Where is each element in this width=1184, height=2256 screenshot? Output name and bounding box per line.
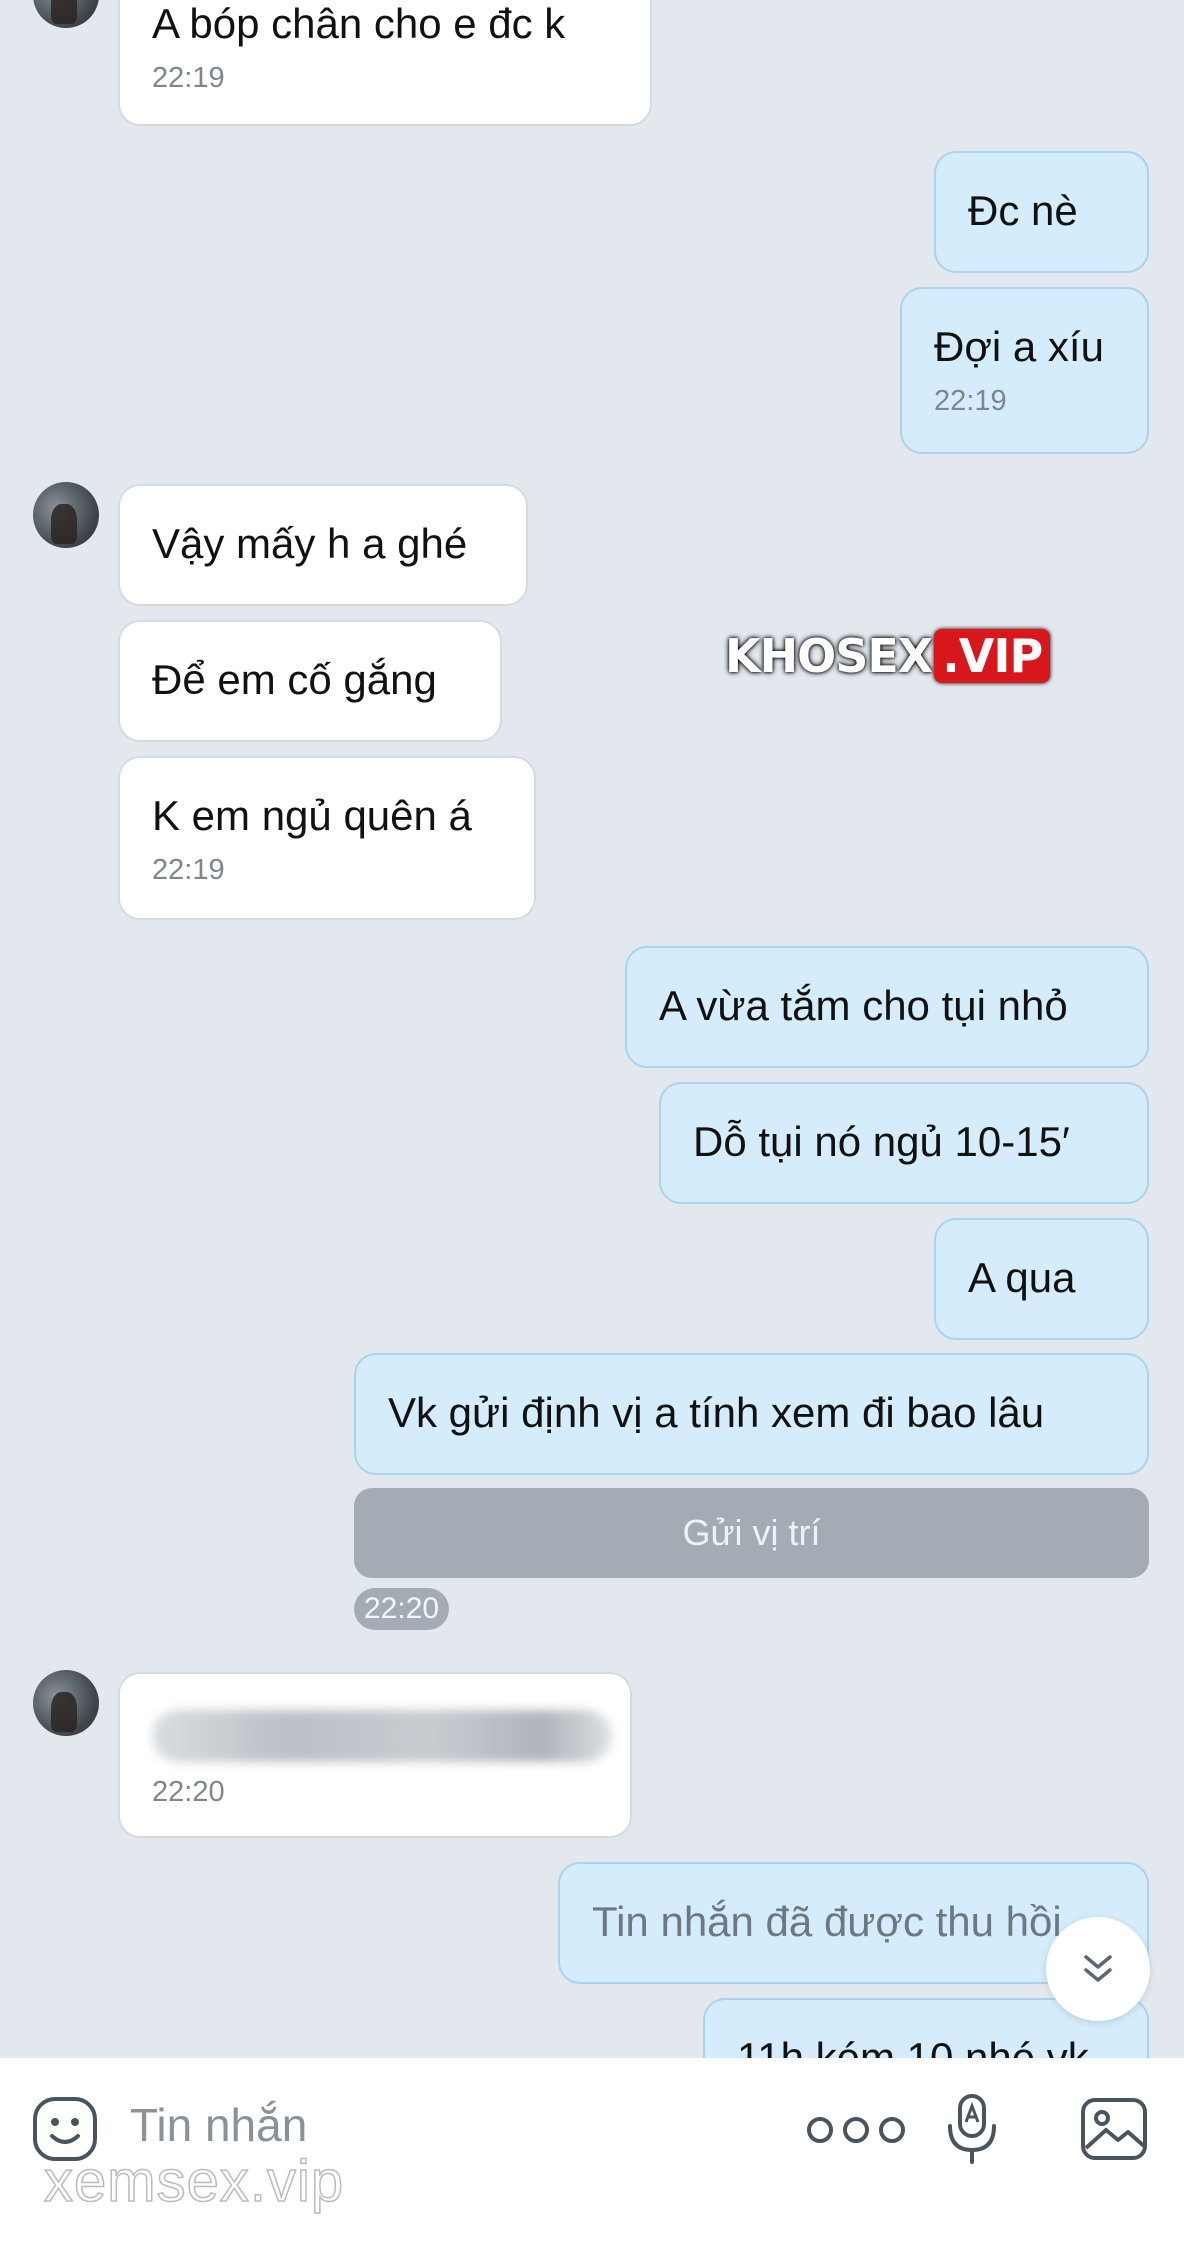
- message-group-time-text: 22:20: [364, 1592, 440, 1625]
- message-text: Vậy mấy h a ghé: [152, 520, 468, 567]
- image-button[interactable]: [1078, 2094, 1150, 2164]
- watermark-badge: .VIP: [934, 629, 1051, 683]
- message-time: 22:19: [934, 385, 1007, 417]
- avatar[interactable]: [33, 1670, 99, 1736]
- message-outgoing[interactable]: Dỗ tụi nó ngủ 10-15′: [659, 1082, 1149, 1204]
- scroll-to-bottom-button[interactable]: [1046, 1917, 1150, 2021]
- watermark-logo: KHOSEX .VIP: [725, 625, 1051, 687]
- message-text: Để em cố gắng: [152, 656, 437, 703]
- message-incoming[interactable]: 22:20: [118, 1672, 632, 1838]
- chat-area[interactable]: A bóp chân cho e đc k 22:19 Đc nè Đợi a …: [0, 0, 1184, 2058]
- message-time: 22:20: [152, 1776, 225, 1808]
- message-text: Vk gửi định vị a tính xem đi bao lâu: [388, 1389, 1045, 1436]
- chevron-double-down-icon: [1084, 1955, 1112, 1982]
- message-incoming[interactable]: A bóp chân cho e đc k 22:19: [118, 0, 652, 126]
- blurred-message-text: [152, 1710, 612, 1762]
- message-text: Đc nè: [968, 187, 1078, 234]
- avatar[interactable]: [33, 0, 99, 28]
- more-icon: [807, 2117, 905, 2143]
- message-input-bar: Tin nhắn xemsex.vip: [0, 2058, 1184, 2256]
- watermark-text: xemsex.vip: [43, 2148, 345, 2215]
- message-outgoing[interactable]: A vừa tắm cho tụi nhỏ: [625, 946, 1149, 1068]
- message-outgoing[interactable]: Đc nè: [934, 151, 1149, 273]
- watermark-text: KHOSEX: [725, 629, 933, 683]
- image-icon: [1081, 2098, 1147, 2160]
- message-text: A bóp chân cho e đc k: [152, 0, 566, 47]
- message-input-placeholder: Tin nhắn: [130, 2099, 308, 2151]
- message-text: K em ngủ quên á: [152, 792, 472, 839]
- message-text: Tin nhắn đã được thu hồi: [592, 1898, 1062, 1945]
- message-incoming[interactable]: K em ngủ quên á 22:19: [118, 756, 536, 920]
- avatar[interactable]: [33, 482, 99, 548]
- mic-icon: [948, 2094, 996, 2164]
- message-time: 22:19: [152, 62, 225, 94]
- message-outgoing[interactable]: Đợi a xíu 22:19: [900, 287, 1149, 454]
- message-incoming[interactable]: Vậy mấy h a ghé: [118, 484, 528, 606]
- message-text: Đợi a xíu: [934, 323, 1104, 370]
- message-time: 22:19: [152, 854, 225, 886]
- send-location-label: Gửi vị trí: [682, 1512, 821, 1553]
- send-location-button[interactable]: Gửi vị trí: [354, 1488, 1149, 1578]
- message-text: A qua: [968, 1254, 1076, 1301]
- message-outgoing[interactable]: A qua: [934, 1218, 1149, 1340]
- message-outgoing[interactable]: Vk gửi định vị a tính xem đi bao lâu: [354, 1353, 1149, 1475]
- message-group-time: 22:20: [354, 1588, 450, 1630]
- message-text: Dỗ tụi nó ngủ 10-15′: [693, 1118, 1070, 1165]
- more-button[interactable]: [796, 2110, 916, 2150]
- message-incoming[interactable]: Để em cố gắng: [118, 620, 502, 742]
- message-input[interactable]: Tin nhắn: [130, 2098, 307, 2152]
- message-text: A vừa tắm cho tụi nhỏ: [659, 982, 1068, 1029]
- voice-button[interactable]: [944, 2090, 1000, 2166]
- message-text: 11h kém 10 nhé vk: [737, 2034, 1089, 2058]
